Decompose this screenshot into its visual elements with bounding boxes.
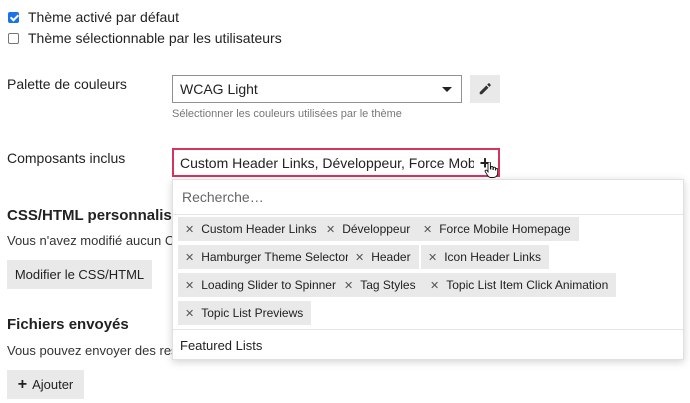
chip-label: Hamburger Theme Selector [201,250,350,264]
edit-css-html-label: Modifier le CSS/HTML [14,267,145,282]
chip-label: Icon Header Links [444,250,541,264]
chip-label: Topic List Item Click Animation [446,278,609,292]
chip-label: Header [371,250,411,264]
remove-icon[interactable]: ✕ [185,279,194,292]
remove-icon[interactable]: ✕ [428,251,437,264]
pencil-icon [479,83,491,95]
selected-chip[interactable]: ✕ Topic List Item Click Animation [423,273,617,297]
user-selectable-checkbox[interactable] [8,32,19,44]
default-theme-checkbox-row[interactable]: Thème activé par défaut [8,8,179,26]
plus-icon: + [17,375,28,393]
add-file-button[interactable]: + Ajouter [7,370,84,399]
hand-cursor-icon [484,162,498,178]
selected-chip[interactable]: ✕ Hamburger Theme Selector [178,245,358,269]
remove-icon[interactable]: ✕ [344,279,353,292]
css-section-heading: CSS/HTML personnalisé [7,207,181,224]
user-selectable-label: Thème sélectionnable par les utilisateur… [28,30,282,46]
selected-chip[interactable]: ✕ Force Mobile Homepage [416,217,579,241]
remove-icon[interactable]: ✕ [326,223,335,236]
css-section-text: Vous n'avez modifié aucun C [7,233,175,248]
components-search-input[interactable] [180,188,484,206]
dropdown-search-row [173,180,683,215]
components-label: Composants inclus [7,150,126,166]
chip-label: Force Mobile Homepage [439,222,571,236]
palette-select-value: WCAG Light [180,81,258,97]
components-dropdown: ✕ Custom Header Links ✕ Développeur ✕ Fo… [172,179,684,360]
chip-label: Topic List Previews [201,306,304,320]
edit-css-html-button[interactable]: Modifier le CSS/HTML [7,260,152,289]
selected-chip[interactable]: ✕ Icon Header Links [421,245,549,269]
palette-select[interactable]: WCAG Light [172,75,462,103]
user-selectable-checkbox-row[interactable]: Thème sélectionnable par les utilisateur… [8,29,282,47]
selected-chip[interactable]: ✕ Custom Header Links [178,217,325,241]
selected-chip[interactable]: ✕ Header [348,245,419,269]
component-option[interactable]: Featured Lists [180,338,262,353]
chip-label: Tag Styles [360,278,416,292]
edit-palette-button[interactable] [470,75,500,103]
components-multiselect[interactable]: Custom Header Links, Développeur, Force … [172,148,500,177]
files-section-heading: Fichiers envoyés [7,316,129,333]
selected-chip[interactable]: ✕ Loading Slider to Spinner [178,273,344,297]
remove-icon[interactable]: ✕ [430,279,439,292]
default-theme-label: Thème activé par défaut [28,9,179,25]
chip-label: Custom Header Links [201,222,317,236]
chip-label: Développeur [342,222,411,236]
selected-chip[interactable]: ✕ Développeur [319,217,419,241]
remove-icon[interactable]: ✕ [423,223,432,236]
dropdown-divider [173,329,683,330]
palette-help-text: Sélectionner les couleurs utilisées par … [172,108,402,120]
remove-icon[interactable]: ✕ [185,223,194,236]
remove-icon[interactable]: ✕ [185,251,194,264]
remove-icon[interactable]: ✕ [355,251,364,264]
add-file-label: Ajouter [32,377,74,392]
palette-label: Palette de couleurs [7,76,127,92]
remove-icon[interactable]: ✕ [185,307,194,320]
default-theme-checkbox[interactable] [8,11,19,23]
selected-chip[interactable]: ✕ Topic List Previews [178,301,312,325]
chip-label: Loading Slider to Spinner [201,278,336,292]
caret-down-icon [442,86,452,92]
components-selected-summary: Custom Header Links, Développeur, Force … [180,154,474,171]
selected-chip[interactable]: ✕ Tag Styles [337,273,424,297]
files-section-text: Vous pouvez envoyer des res [7,343,178,358]
